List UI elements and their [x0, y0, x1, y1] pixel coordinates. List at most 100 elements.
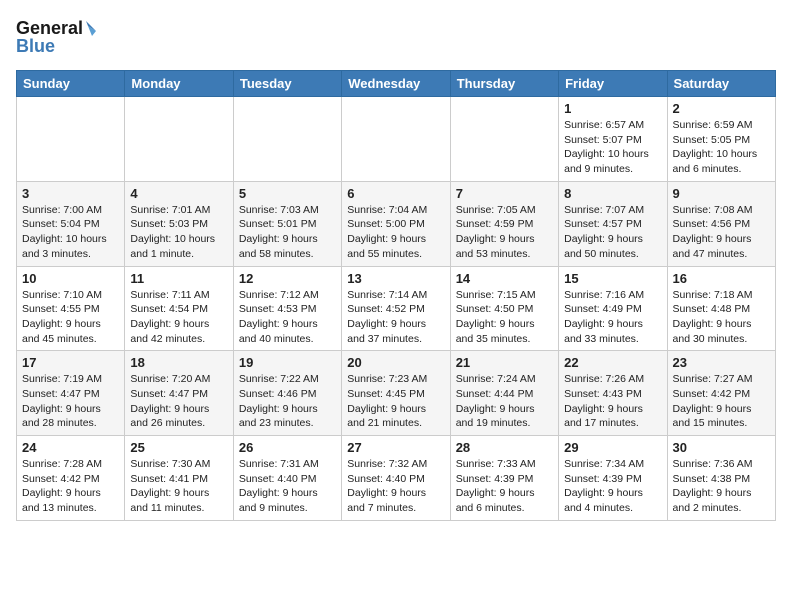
calendar-cell: 15 Sunrise: 7:16 AM Sunset: 4:49 PM Dayli… [559, 266, 667, 351]
day-info: Sunrise: 7:19 AM Sunset: 4:47 PM Dayligh… [22, 372, 119, 431]
logo-svg: GeneralBlue [16, 16, 96, 58]
calendar-cell: 22 Sunrise: 7:26 AM Sunset: 4:43 PM Dayli… [559, 351, 667, 436]
calendar-cell [17, 97, 125, 182]
day-info: Sunrise: 7:36 AM Sunset: 4:38 PM Dayligh… [673, 457, 770, 516]
day-number: 25 [130, 440, 227, 455]
day-number: 4 [130, 186, 227, 201]
calendar-cell: 27 Sunrise: 7:32 AM Sunset: 4:40 PM Dayli… [342, 436, 450, 521]
calendar-cell: 16 Sunrise: 7:18 AM Sunset: 4:48 PM Dayli… [667, 266, 775, 351]
svg-text:General: General [16, 18, 83, 38]
day-number: 20 [347, 355, 444, 370]
logo: GeneralBlue [16, 16, 96, 58]
calendar-cell: 21 Sunrise: 7:24 AM Sunset: 4:44 PM Dayli… [450, 351, 558, 436]
calendar-cell [450, 97, 558, 182]
day-info: Sunrise: 6:57 AM Sunset: 5:07 PM Dayligh… [564, 118, 661, 177]
day-info: Sunrise: 7:16 AM Sunset: 4:49 PM Dayligh… [564, 288, 661, 347]
calendar-cell: 17 Sunrise: 7:19 AM Sunset: 4:47 PM Dayli… [17, 351, 125, 436]
day-info: Sunrise: 7:10 AM Sunset: 4:55 PM Dayligh… [22, 288, 119, 347]
day-number: 29 [564, 440, 661, 455]
calendar-week-3: 10 Sunrise: 7:10 AM Sunset: 4:55 PM Dayli… [17, 266, 776, 351]
day-info: Sunrise: 7:26 AM Sunset: 4:43 PM Dayligh… [564, 372, 661, 431]
calendar-cell: 28 Sunrise: 7:33 AM Sunset: 4:39 PM Dayli… [450, 436, 558, 521]
day-number: 30 [673, 440, 770, 455]
calendar-cell: 13 Sunrise: 7:14 AM Sunset: 4:52 PM Dayli… [342, 266, 450, 351]
day-info: Sunrise: 7:33 AM Sunset: 4:39 PM Dayligh… [456, 457, 553, 516]
day-info: Sunrise: 7:18 AM Sunset: 4:48 PM Dayligh… [673, 288, 770, 347]
day-number: 9 [673, 186, 770, 201]
day-info: Sunrise: 7:24 AM Sunset: 4:44 PM Dayligh… [456, 372, 553, 431]
day-info: Sunrise: 7:27 AM Sunset: 4:42 PM Dayligh… [673, 372, 770, 431]
day-info: Sunrise: 7:15 AM Sunset: 4:50 PM Dayligh… [456, 288, 553, 347]
calendar-cell: 29 Sunrise: 7:34 AM Sunset: 4:39 PM Dayli… [559, 436, 667, 521]
weekday-header-saturday: Saturday [667, 71, 775, 97]
day-number: 24 [22, 440, 119, 455]
day-info: Sunrise: 7:03 AM Sunset: 5:01 PM Dayligh… [239, 203, 336, 262]
calendar-cell: 10 Sunrise: 7:10 AM Sunset: 4:55 PM Dayli… [17, 266, 125, 351]
calendar-cell: 18Sunrise: 7:20 AM Sunset: 4:47 PM Dayli… [125, 351, 233, 436]
day-number: 2 [673, 101, 770, 116]
calendar-cell: 5 Sunrise: 7:03 AM Sunset: 5:01 PM Daylig… [233, 181, 341, 266]
day-number: 8 [564, 186, 661, 201]
weekday-header-wednesday: Wednesday [342, 71, 450, 97]
day-info: Sunrise: 7:22 AM Sunset: 4:46 PM Dayligh… [239, 372, 336, 431]
day-info: Sunrise: 7:01 AM Sunset: 5:03 PM Dayligh… [130, 203, 227, 262]
day-info: Sunrise: 7:28 AM Sunset: 4:42 PM Dayligh… [22, 457, 119, 516]
calendar-header-row: SundayMondayTuesdayWednesdayThursdayFrid… [17, 71, 776, 97]
day-info: Sunrise: 7:32 AM Sunset: 4:40 PM Dayligh… [347, 457, 444, 516]
day-info: Sunrise: 7:30 AM Sunset: 4:41 PM Dayligh… [130, 457, 227, 516]
day-number: 26 [239, 440, 336, 455]
day-number: 3 [22, 186, 119, 201]
day-info: Sunrise: 7:05 AM Sunset: 4:59 PM Dayligh… [456, 203, 553, 262]
calendar-cell: 3 Sunrise: 7:00 AM Sunset: 5:04 PM Daylig… [17, 181, 125, 266]
day-info: Sunrise: 7:00 AM Sunset: 5:04 PM Dayligh… [22, 203, 119, 262]
calendar-cell: 24 Sunrise: 7:28 AM Sunset: 4:42 PM Dayli… [17, 436, 125, 521]
calendar-cell: 23Sunrise: 7:27 AM Sunset: 4:42 PM Dayli… [667, 351, 775, 436]
day-number: 15 [564, 271, 661, 286]
day-number: 17 [22, 355, 119, 370]
day-number: 16 [673, 271, 770, 286]
day-number: 5 [239, 186, 336, 201]
calendar-cell: 19Sunrise: 7:22 AM Sunset: 4:46 PM Dayli… [233, 351, 341, 436]
calendar-cell [342, 97, 450, 182]
weekday-header-monday: Monday [125, 71, 233, 97]
day-info: Sunrise: 6:59 AM Sunset: 5:05 PM Dayligh… [673, 118, 770, 177]
day-info: Sunrise: 7:34 AM Sunset: 4:39 PM Dayligh… [564, 457, 661, 516]
day-number: 6 [347, 186, 444, 201]
page-header: GeneralBlue [16, 16, 776, 58]
calendar-cell: 30 Sunrise: 7:36 AM Sunset: 4:38 PM Dayli… [667, 436, 775, 521]
day-info: Sunrise: 7:12 AM Sunset: 4:53 PM Dayligh… [239, 288, 336, 347]
weekday-header-thursday: Thursday [450, 71, 558, 97]
day-number: 21 [456, 355, 553, 370]
calendar-cell: 6 Sunrise: 7:04 AM Sunset: 5:00 PM Daylig… [342, 181, 450, 266]
day-info: Sunrise: 7:11 AM Sunset: 4:54 PM Dayligh… [130, 288, 227, 347]
calendar-week-1: 1 Sunrise: 6:57 AM Sunset: 5:07 PM Daylig… [17, 97, 776, 182]
calendar-cell: 4 Sunrise: 7:01 AM Sunset: 5:03 PM Daylig… [125, 181, 233, 266]
weekday-header-sunday: Sunday [17, 71, 125, 97]
day-number: 14 [456, 271, 553, 286]
calendar-cell: 8 Sunrise: 7:07 AM Sunset: 4:57 PM Daylig… [559, 181, 667, 266]
calendar-cell: 25 Sunrise: 7:30 AM Sunset: 4:41 PM Dayli… [125, 436, 233, 521]
calendar-week-2: 3 Sunrise: 7:00 AM Sunset: 5:04 PM Daylig… [17, 181, 776, 266]
day-number: 27 [347, 440, 444, 455]
day-info: Sunrise: 7:07 AM Sunset: 4:57 PM Dayligh… [564, 203, 661, 262]
day-number: 28 [456, 440, 553, 455]
day-info: Sunrise: 7:14 AM Sunset: 4:52 PM Dayligh… [347, 288, 444, 347]
day-number: 13 [347, 271, 444, 286]
day-number: 22 [564, 355, 661, 370]
calendar-cell [125, 97, 233, 182]
svg-text:Blue: Blue [16, 36, 55, 56]
calendar-cell: 2 Sunrise: 6:59 AM Sunset: 5:05 PM Daylig… [667, 97, 775, 182]
day-info: Sunrise: 7:04 AM Sunset: 5:00 PM Dayligh… [347, 203, 444, 262]
weekday-header-friday: Friday [559, 71, 667, 97]
day-number: 12 [239, 271, 336, 286]
day-number: 7 [456, 186, 553, 201]
calendar-week-4: 17 Sunrise: 7:19 AM Sunset: 4:47 PM Dayli… [17, 351, 776, 436]
calendar-table: SundayMondayTuesdayWednesdayThursdayFrid… [16, 70, 776, 521]
day-number: 1 [564, 101, 661, 116]
calendar-cell: 9Sunrise: 7:08 AM Sunset: 4:56 PM Daylig… [667, 181, 775, 266]
calendar-cell: 11Sunrise: 7:11 AM Sunset: 4:54 PM Dayli… [125, 266, 233, 351]
day-info: Sunrise: 7:20 AM Sunset: 4:47 PM Dayligh… [130, 372, 227, 431]
day-number: 10 [22, 271, 119, 286]
day-info: Sunrise: 7:31 AM Sunset: 4:40 PM Dayligh… [239, 457, 336, 516]
day-info: Sunrise: 7:23 AM Sunset: 4:45 PM Dayligh… [347, 372, 444, 431]
